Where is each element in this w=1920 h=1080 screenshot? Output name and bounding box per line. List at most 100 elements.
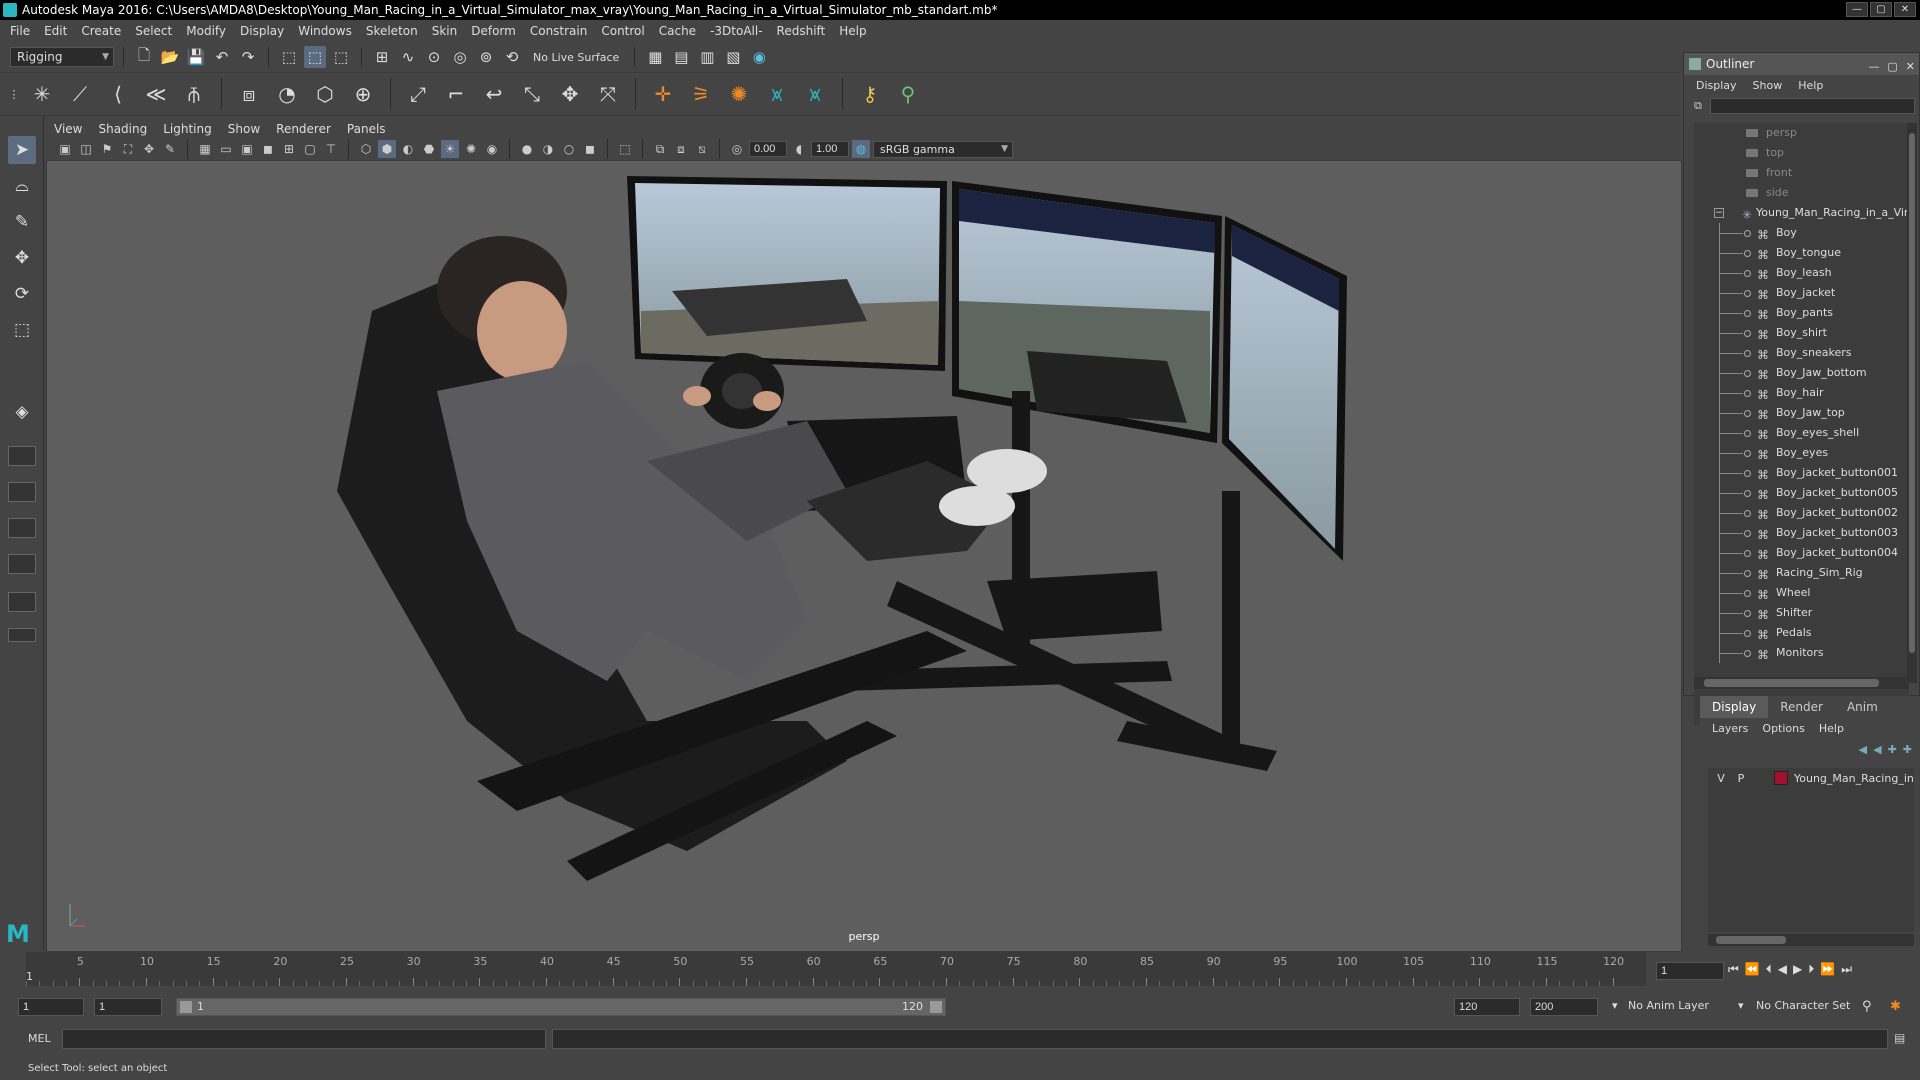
outliner-item-persp[interactable]: persp xyxy=(1694,123,1909,143)
outliner-menu-display[interactable]: Display xyxy=(1696,79,1737,92)
grid-icon[interactable]: ▦ xyxy=(196,140,214,158)
snap-grid-icon[interactable]: ⊞ xyxy=(371,46,393,68)
hik-icon[interactable]: ⚞ xyxy=(685,78,717,110)
expand-icon[interactable] xyxy=(1744,550,1751,557)
outliner-item-top[interactable]: top xyxy=(1694,143,1909,163)
four-view-layout-icon[interactable] xyxy=(8,446,36,466)
motion-blur-icon[interactable]: ● xyxy=(518,140,536,158)
outliner-item-racing-sim-rig[interactable]: ⌘ Racing_Sim_Rig xyxy=(1694,563,1909,583)
point-constraint-icon[interactable]: ⌐ xyxy=(440,78,472,110)
image-plane-icon[interactable]: ⛶ xyxy=(119,140,137,158)
expand-icon[interactable] xyxy=(1744,450,1751,457)
layer-visibility-toggle[interactable]: V xyxy=(1714,772,1728,785)
lasso-tool-icon[interactable]: ⌓ xyxy=(8,172,36,200)
xray-active-icon[interactable]: ⧈ xyxy=(672,140,690,158)
snap-point-icon[interactable]: ⊙ xyxy=(423,46,445,68)
playback-end-field[interactable] xyxy=(1454,998,1520,1016)
expand-icon[interactable] xyxy=(1744,350,1751,357)
scale-tool-icon[interactable]: ⬚ xyxy=(8,316,36,344)
expand-icon[interactable] xyxy=(1744,370,1751,377)
outliner-item-boy-jacket-button004[interactable]: ⌘ Boy_jacket_button004 xyxy=(1694,543,1909,563)
menu-set-dropdown[interactable]: Rigging ▼ xyxy=(10,47,114,67)
menu-constrain[interactable]: Constrain xyxy=(530,24,588,38)
menu-create[interactable]: Create xyxy=(81,24,121,38)
command-language-label[interactable]: MEL xyxy=(28,1032,51,1045)
outliner-item-side[interactable]: side xyxy=(1694,183,1909,203)
quick-rig-icon[interactable]: ✺ xyxy=(723,78,755,110)
outliner-item-monitors[interactable]: ⌘ Monitors xyxy=(1694,643,1909,663)
outliner-item-boy-tongue[interactable]: ⌘ Boy_tongue xyxy=(1694,243,1909,263)
step-forward-key-icon[interactable]: ⏩ xyxy=(1820,962,1835,977)
expand-icon[interactable] xyxy=(1744,490,1751,497)
shadows-icon[interactable]: ✺ xyxy=(462,140,480,158)
select-tool-icon[interactable]: ➤ xyxy=(8,136,36,164)
redo-icon[interactable]: ↷ xyxy=(237,46,259,68)
lattice-icon[interactable]: ⬡ xyxy=(309,78,341,110)
outliner-item-shifter[interactable]: ⌘ Shifter xyxy=(1694,603,1909,623)
outliner-search-input[interactable] xyxy=(1709,98,1915,114)
outliner-item-boy-jacket-button005[interactable]: ⌘ Boy_jacket_button005 xyxy=(1694,483,1909,503)
graph-layout-icon[interactable] xyxy=(8,554,36,574)
step-forward-frame-icon[interactable]: ⏵ xyxy=(1808,962,1814,977)
expand-icon[interactable] xyxy=(1744,510,1751,517)
human-ik-icon[interactable]: ⩙ xyxy=(761,78,793,110)
safe-action-icon[interactable]: ▢ xyxy=(301,140,319,158)
menu-3dtoall[interactable]: -3DtoAll- xyxy=(710,24,762,38)
menu-redshift[interactable]: Redshift xyxy=(777,24,826,38)
outliner-item-boy-jacket-button001[interactable]: ⌘ Boy_jacket_button001 xyxy=(1694,463,1909,483)
expand-icon[interactable] xyxy=(1744,650,1751,657)
locator-icon[interactable]: ✛ xyxy=(647,78,679,110)
menu-select[interactable]: Select xyxy=(135,24,172,38)
move-tool-icon[interactable]: ✥ xyxy=(8,244,36,272)
isolate-icon[interactable]: ◼ xyxy=(581,140,599,158)
expand-icon[interactable] xyxy=(1744,430,1751,437)
use-all-lights-icon[interactable]: ☀ xyxy=(441,140,459,158)
playback-start-field[interactable] xyxy=(94,998,162,1016)
color-management-icon[interactable]: ◍ xyxy=(852,140,870,158)
film-gate-icon[interactable]: ▭ xyxy=(217,140,235,158)
perspective-viewport[interactable]: persp xyxy=(46,160,1682,952)
outliner-layout-icon[interactable] xyxy=(8,518,36,538)
vp-menu-show[interactable]: Show xyxy=(228,122,260,136)
tab-render[interactable]: Render xyxy=(1768,696,1835,718)
outliner-item-boy-hair[interactable]: ⌘ Boy_hair xyxy=(1694,383,1909,403)
maximize-button[interactable]: ▢ xyxy=(1870,2,1892,17)
expand-icon[interactable] xyxy=(1744,470,1751,477)
render-view-icon[interactable]: ▧ xyxy=(722,46,744,68)
new-layer-selected-icon[interactable]: ✚ xyxy=(1903,743,1912,756)
set-driven-key-icon[interactable]: ⚲ xyxy=(892,78,924,110)
new-layer-icon[interactable]: ✚ xyxy=(1888,743,1897,756)
hypershade-layout-icon[interactable] xyxy=(8,592,36,612)
anim-layer-dropdown[interactable]: No Anim Layer xyxy=(1628,999,1709,1012)
outliner-item-boy-leash[interactable]: ⌘ Boy_leash xyxy=(1694,263,1909,283)
outliner-item-front[interactable]: front xyxy=(1694,163,1909,183)
bookmark-icon[interactable]: ⚑ xyxy=(98,140,116,158)
character-set-dropdown[interactable]: No Character Set xyxy=(1756,999,1850,1012)
pole-vector-icon[interactable]: ⤧ xyxy=(592,78,624,110)
undo-icon[interactable]: ↶ xyxy=(211,46,233,68)
outliner-item-boy-eyes-shell[interactable]: ⌘ Boy_eyes_shell xyxy=(1694,423,1909,443)
depth-of-field-icon[interactable]: ○ xyxy=(560,140,578,158)
expand-icon[interactable] xyxy=(1744,530,1751,537)
layer-color-swatch[interactable] xyxy=(1774,771,1788,785)
single-perspective-layout-icon[interactable]: ◈ xyxy=(8,398,36,426)
expand-icon[interactable] xyxy=(1744,330,1751,337)
render-settings-icon[interactable]: ▦ xyxy=(644,46,666,68)
vp-menu-shading[interactable]: Shading xyxy=(98,122,147,136)
char-set-dropdown-icon[interactable]: ▾ xyxy=(1738,999,1744,1012)
2d-pan-icon[interactable]: ✥ xyxy=(140,140,158,158)
backface-icon[interactable]: ⧅ xyxy=(693,140,711,158)
ik-spline-icon[interactable]: ⟨ xyxy=(102,78,134,110)
snap-view-icon[interactable]: ◎ xyxy=(449,46,471,68)
snap-live-icon[interactable]: ⊚ xyxy=(475,46,497,68)
select-hierarchy-icon[interactable]: ⬚ xyxy=(278,46,300,68)
cluster-icon[interactable]: ⊕ xyxy=(347,78,379,110)
collapse-icon[interactable]: − xyxy=(1714,208,1724,218)
expand-icon[interactable] xyxy=(1744,310,1751,317)
parent-constraint-icon[interactable]: ⤢ xyxy=(402,78,434,110)
filter-icon[interactable]: ⧉ xyxy=(1694,99,1702,113)
open-scene-icon[interactable]: 📂 xyxy=(159,46,181,68)
gate-mask-icon[interactable]: ◼ xyxy=(259,140,277,158)
vp-menu-view[interactable]: View xyxy=(54,122,82,136)
select-component-icon[interactable]: ⬚ xyxy=(330,46,352,68)
